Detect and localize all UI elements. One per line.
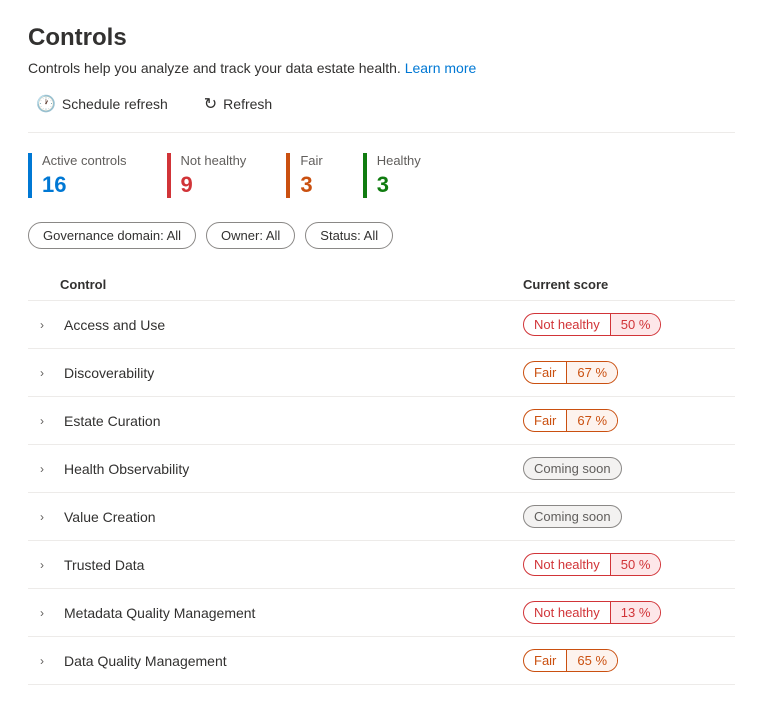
row-score: Coming soon <box>523 505 723 528</box>
page-title: Controls <box>28 24 735 52</box>
row-score: Coming soon <box>523 457 723 480</box>
row-left: › Estate Curation <box>40 413 523 429</box>
schedule-refresh-label: Schedule refresh <box>62 96 168 112</box>
stat-not-healthy-label: Not healthy <box>181 153 247 168</box>
badge-label: Fair <box>524 362 566 383</box>
table-row[interactable]: › Estate Curation Fair 67 % <box>28 397 735 445</box>
table-row[interactable]: › Data Quality Management Fair 65 % <box>28 637 735 685</box>
controls-table: Control Current score › Access and Use N… <box>28 269 735 685</box>
chevron-right-icon: › <box>40 366 56 380</box>
subtitle-text: Controls help you analyze and track your… <box>28 60 401 76</box>
table-row[interactable]: › Discoverability Fair 67 % <box>28 349 735 397</box>
filter-governance[interactable]: Governance domain: All <box>28 222 196 249</box>
badge-label: Fair <box>524 410 566 431</box>
table-body: › Access and Use Not healthy 50 % › Disc… <box>28 301 735 685</box>
badge-label: Not healthy <box>524 554 610 575</box>
row-left: › Discoverability <box>40 365 523 381</box>
row-score: Fair 67 % <box>523 409 723 432</box>
row-name: Trusted Data <box>64 557 144 573</box>
score-badge-coming-soon: Coming soon <box>523 505 622 528</box>
row-name: Discoverability <box>64 365 154 381</box>
stat-fair-value: 3 <box>300 172 322 198</box>
badge-pct: 67 % <box>566 362 617 383</box>
chevron-right-icon: › <box>40 414 56 428</box>
col-header-control: Control <box>60 277 523 292</box>
badge-pct: 67 % <box>566 410 617 431</box>
refresh-icon: ↻ <box>204 94 217 114</box>
row-score: Not healthy 13 % <box>523 601 723 624</box>
badge-label: Coming soon <box>524 506 621 527</box>
score-badge: Fair 67 % <box>523 409 618 432</box>
row-score: Not healthy 50 % <box>523 553 723 576</box>
table-row[interactable]: › Trusted Data Not healthy 50 % <box>28 541 735 589</box>
chevron-right-icon: › <box>40 510 56 524</box>
chevron-right-icon: › <box>40 606 56 620</box>
score-badge: Fair 67 % <box>523 361 618 384</box>
stat-active-label: Active controls <box>42 153 127 168</box>
row-left: › Metadata Quality Management <box>40 605 523 621</box>
badge-pct: 65 % <box>566 650 617 671</box>
stat-active-controls: Active controls 16 <box>28 153 127 198</box>
stat-active-value: 16 <box>42 172 127 198</box>
badge-label: Not healthy <box>524 602 610 623</box>
stat-healthy-label: Healthy <box>377 153 421 168</box>
score-badge: Fair 65 % <box>523 649 618 672</box>
score-badge: Not healthy 50 % <box>523 313 661 336</box>
row-name: Estate Curation <box>64 413 161 429</box>
stat-healthy-value: 3 <box>377 172 421 198</box>
score-badge: Not healthy 50 % <box>523 553 661 576</box>
table-row[interactable]: › Metadata Quality Management Not health… <box>28 589 735 637</box>
filters-row: Governance domain: All Owner: All Status… <box>28 222 735 249</box>
row-left: › Health Observability <box>40 461 523 477</box>
row-score: Not healthy 50 % <box>523 313 723 336</box>
stat-fair-label: Fair <box>300 153 322 168</box>
row-name: Health Observability <box>64 461 189 477</box>
score-badge-coming-soon: Coming soon <box>523 457 622 480</box>
refresh-button[interactable]: ↻ Refresh <box>196 90 280 118</box>
filter-status[interactable]: Status: All <box>305 222 393 249</box>
row-left: › Value Creation <box>40 509 523 525</box>
badge-pct: 13 % <box>610 602 661 623</box>
chevron-right-icon: › <box>40 654 56 668</box>
table-row[interactable]: › Access and Use Not healthy 50 % <box>28 301 735 349</box>
toolbar: 🕐 Schedule refresh ↻ Refresh <box>28 90 735 133</box>
stat-healthy: Healthy 3 <box>363 153 421 198</box>
row-name: Metadata Quality Management <box>64 605 255 621</box>
chevron-right-icon: › <box>40 462 56 476</box>
table-row[interactable]: › Health Observability Coming soon <box>28 445 735 493</box>
badge-label: Not healthy <box>524 314 610 335</box>
table-row[interactable]: › Value Creation Coming soon <box>28 493 735 541</box>
schedule-refresh-button[interactable]: 🕐 Schedule refresh <box>28 90 176 118</box>
stats-row: Active controls 16 Not healthy 9 Fair 3 … <box>28 153 735 198</box>
col-header-score: Current score <box>523 277 723 292</box>
row-name: Data Quality Management <box>64 653 227 669</box>
row-name: Value Creation <box>64 509 156 525</box>
filter-owner[interactable]: Owner: All <box>206 222 295 249</box>
badge-label: Fair <box>524 650 566 671</box>
stat-not-healthy-value: 9 <box>181 172 247 198</box>
row-score: Fair 65 % <box>523 649 723 672</box>
learn-more-link[interactable]: Learn more <box>405 60 477 76</box>
stat-fair: Fair 3 <box>286 153 322 198</box>
score-badge: Not healthy 13 % <box>523 601 661 624</box>
row-left: › Access and Use <box>40 317 523 333</box>
badge-pct: 50 % <box>610 554 661 575</box>
refresh-label: Refresh <box>223 96 272 112</box>
page-subtitle: Controls help you analyze and track your… <box>28 60 735 76</box>
table-header: Control Current score <box>28 269 735 301</box>
row-left: › Trusted Data <box>40 557 523 573</box>
badge-label: Coming soon <box>524 458 621 479</box>
clock-icon: 🕐 <box>36 94 56 114</box>
row-left: › Data Quality Management <box>40 653 523 669</box>
stat-not-healthy: Not healthy 9 <box>167 153 247 198</box>
chevron-right-icon: › <box>40 558 56 572</box>
row-score: Fair 67 % <box>523 361 723 384</box>
chevron-right-icon: › <box>40 318 56 332</box>
row-name: Access and Use <box>64 317 165 333</box>
badge-pct: 50 % <box>610 314 661 335</box>
